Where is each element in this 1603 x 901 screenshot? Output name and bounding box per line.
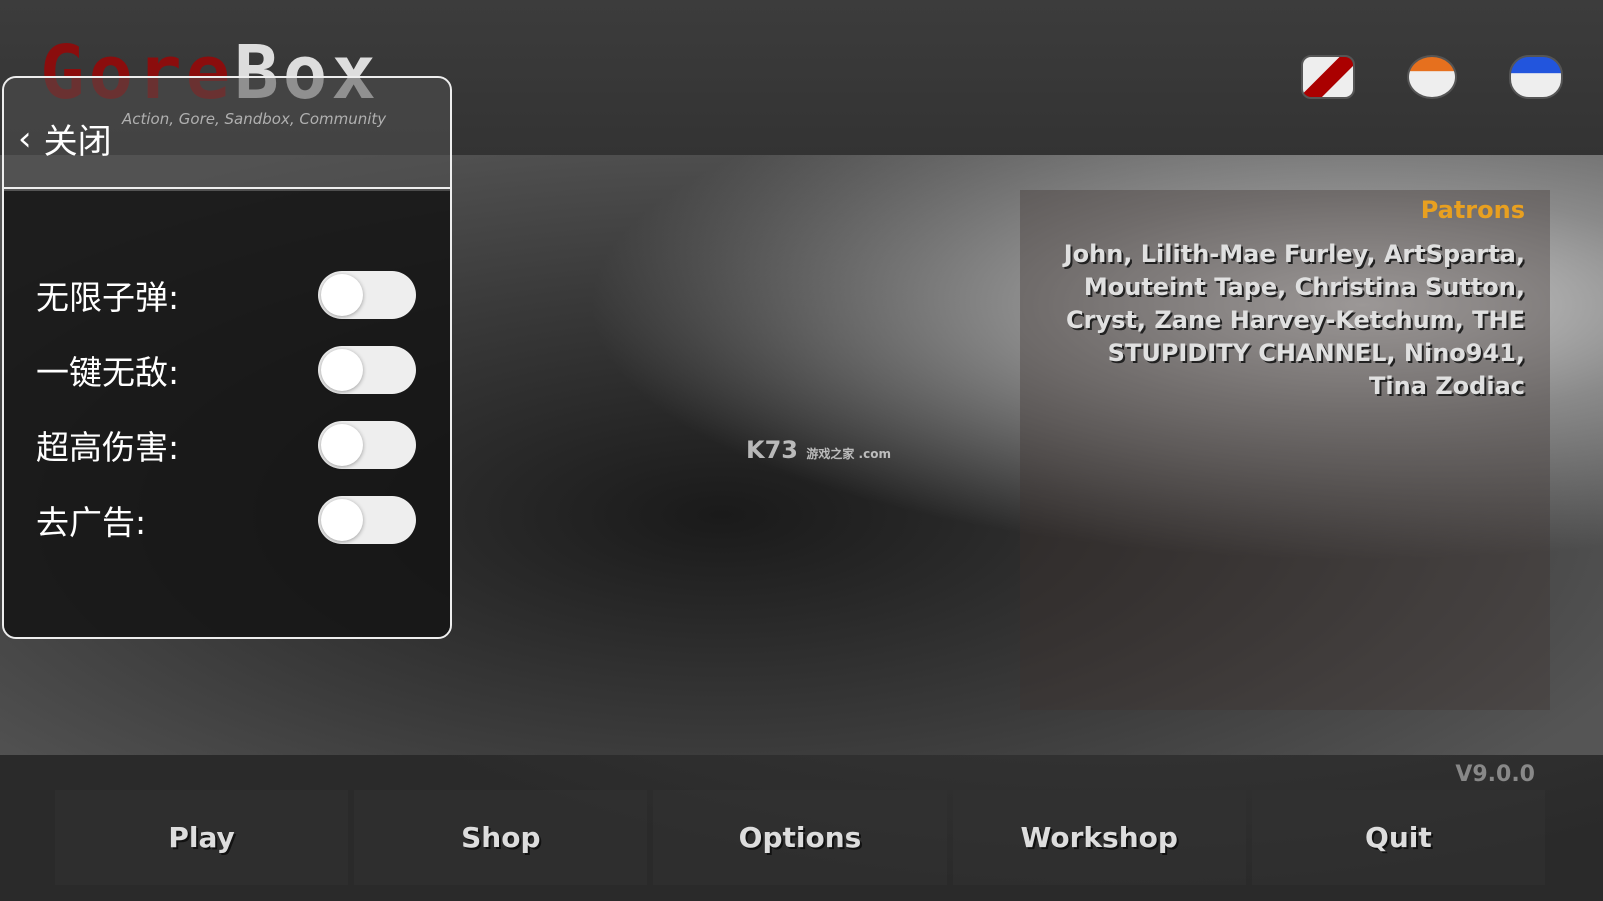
watermark-brand: K73 bbox=[746, 436, 798, 464]
patrons-title: Patrons bbox=[1420, 196, 1525, 224]
quit-button[interactable]: Quit bbox=[1251, 790, 1546, 885]
youtube-icon[interactable] bbox=[1301, 55, 1355, 99]
close-button[interactable]: ‹ 关闭 bbox=[4, 78, 450, 189]
option-label: 无限子弹: bbox=[36, 278, 180, 317]
cheat-options bbox=[4, 191, 450, 637]
main-menu: Play Shop Options Workshop Quit bbox=[55, 790, 1546, 885]
option-remove-ads: 去广告: bbox=[36, 495, 416, 545]
option-label: 一键无敌: bbox=[36, 353, 180, 392]
shop-button[interactable]: Shop bbox=[354, 790, 648, 885]
watermark-sub: 游戏之家 .com bbox=[806, 447, 891, 461]
option-infinite-ammo: 无限子弹: bbox=[36, 270, 416, 320]
option-label: 去广告: bbox=[36, 503, 147, 542]
chevron-left-icon: ‹ bbox=[18, 118, 32, 159]
option-invincible: 一键无敌: bbox=[36, 345, 416, 395]
high-damage-toggle[interactable] bbox=[318, 421, 416, 469]
play-button[interactable]: Play bbox=[55, 790, 349, 885]
discord-icon[interactable] bbox=[1509, 55, 1563, 99]
version-label: V9.0.0 bbox=[1455, 762, 1535, 787]
remove-ads-toggle[interactable] bbox=[318, 496, 416, 544]
patrons-list: John, Lilith-Mae Furley, ArtSparta, Mout… bbox=[1063, 240, 1525, 400]
workshop-button[interactable]: Workshop bbox=[952, 790, 1246, 885]
close-label: 关闭 bbox=[43, 122, 112, 162]
watermark: K73 游戏之家 .com bbox=[746, 436, 891, 464]
option-label: 超高伤害: bbox=[36, 428, 180, 467]
infinite-ammo-toggle[interactable] bbox=[318, 271, 416, 319]
options-button[interactable]: Options bbox=[653, 790, 947, 885]
option-high-damage: 超高伤害: bbox=[36, 420, 416, 470]
invincible-toggle[interactable] bbox=[318, 346, 416, 394]
patreon-icon[interactable] bbox=[1407, 55, 1457, 99]
